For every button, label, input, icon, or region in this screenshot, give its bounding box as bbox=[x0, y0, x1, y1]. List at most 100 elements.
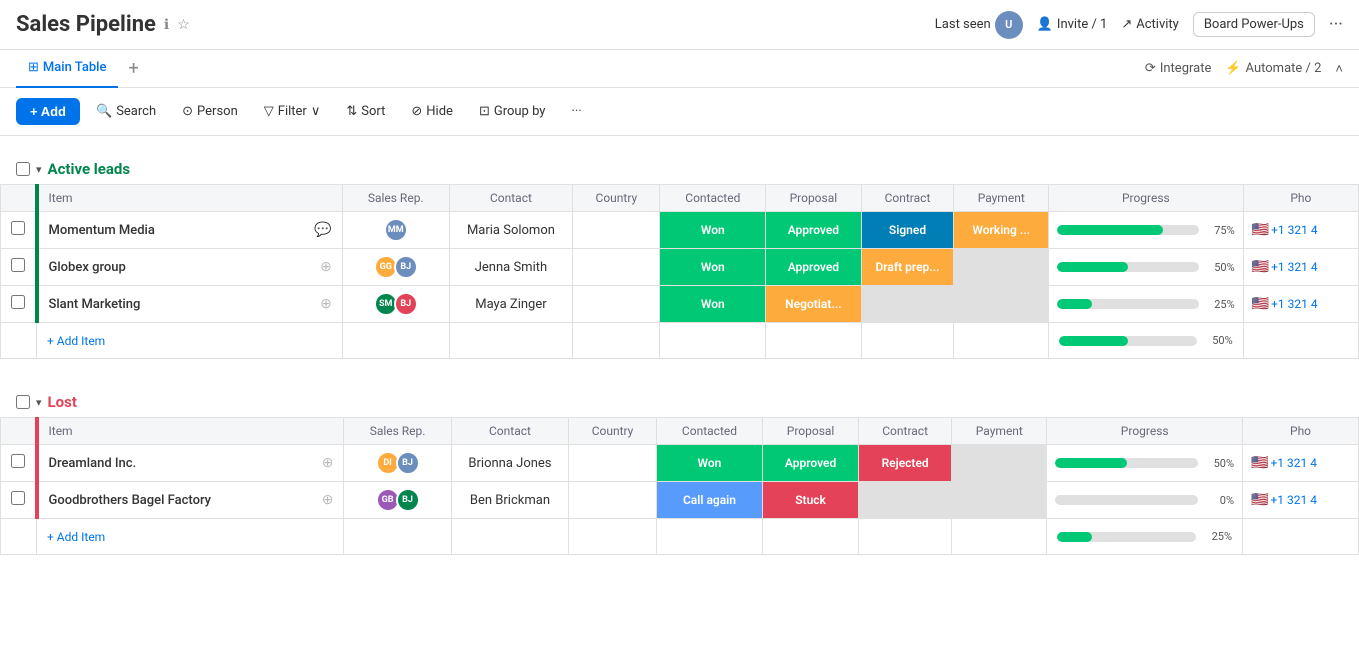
tab-right-actions: ⟳ Integrate ⚡ Automate / 2 ˄ bbox=[1145, 61, 1343, 77]
progress-bar-outer bbox=[1055, 495, 1198, 505]
active-leads-header-row: Item Sales Rep. Contact Country Contacte… bbox=[1, 185, 1359, 212]
star-icon[interactable]: ☆ bbox=[177, 17, 190, 33]
tab-main-table[interactable]: ⊞ Main Table bbox=[16, 50, 118, 88]
progress-bar-inner bbox=[1055, 458, 1126, 468]
contract-badge bbox=[859, 482, 951, 518]
more-icon: ··· bbox=[571, 104, 581, 119]
add-item-country bbox=[569, 519, 657, 555]
row-checkbox[interactable] bbox=[11, 258, 25, 272]
proposal-badge[interactable]: Approved bbox=[766, 249, 860, 285]
lost-checkbox[interactable] bbox=[16, 395, 30, 409]
sort-button[interactable]: ⇅ Sort bbox=[336, 99, 395, 124]
sales-rep-col-header: Sales Rep. bbox=[342, 185, 449, 212]
toolbar: + Add 🔍 Search ⊙ Person ▽ Filter ∨ ⇅ Sor… bbox=[0, 88, 1359, 136]
row-checkbox-cell bbox=[1, 482, 37, 519]
flag-icon: 🇺🇸 bbox=[1252, 259, 1269, 275]
contract-cell: Rejected bbox=[858, 445, 951, 482]
activity-icon: ↗ bbox=[1121, 17, 1132, 32]
contract-col-header: Contract bbox=[861, 185, 954, 212]
contacted-badge[interactable]: Won bbox=[660, 249, 765, 285]
add-item-row[interactable]: + Add Item 25% bbox=[1, 519, 1359, 555]
contacted-badge[interactable]: Call again bbox=[657, 482, 762, 518]
avatar: MM bbox=[384, 218, 408, 242]
add-item-checkbox-cell bbox=[1, 323, 37, 359]
automate-btn[interactable]: ⚡ Automate / 2 bbox=[1225, 61, 1321, 76]
proposal-cell: Approved bbox=[763, 445, 859, 482]
active-leads-chevron-icon[interactable]: ▾ bbox=[36, 163, 42, 176]
add-item-row[interactable]: + Add Item 50% bbox=[1, 323, 1359, 359]
filter-button[interactable]: ▽ Filter ∨ bbox=[254, 99, 331, 124]
contract-badge[interactable]: Signed bbox=[862, 212, 954, 248]
proposal-col-header: Proposal bbox=[766, 185, 861, 212]
add-item-contact bbox=[449, 323, 573, 359]
item-add-icon[interactable]: ⊕ bbox=[320, 259, 332, 275]
group-by-button[interactable]: ⊡ Group by bbox=[469, 99, 556, 124]
more-options-button[interactable]: ··· bbox=[561, 99, 591, 124]
progress-col-header: Progress bbox=[1049, 185, 1244, 212]
item-name: Slant Marketing bbox=[49, 297, 141, 312]
invite-btn[interactable]: 👤 Invite / 1 bbox=[1037, 17, 1108, 32]
item-name-cell: Globex group ⊕ bbox=[37, 249, 343, 286]
row-checkbox[interactable] bbox=[11, 295, 25, 309]
contract-badge[interactable]: Draft prep... bbox=[862, 249, 954, 285]
progress-cell: 50% bbox=[1047, 445, 1243, 482]
last-seen-btn[interactable]: Last seen U bbox=[935, 11, 1023, 39]
activity-btn[interactable]: ↗ Activity bbox=[1121, 17, 1178, 32]
item-add-icon[interactable]: ⊕ bbox=[322, 492, 334, 508]
proposal-badge[interactable]: Approved bbox=[763, 445, 858, 481]
item-name-cell: Momentum Media 💬 bbox=[37, 212, 343, 249]
add-item-progress-cell: 25% bbox=[1047, 519, 1243, 555]
contacted-badge[interactable]: Won bbox=[657, 445, 762, 481]
contract-cell bbox=[858, 482, 951, 519]
row-checkbox-cell bbox=[1, 445, 37, 482]
lost-chevron-icon[interactable]: ▾ bbox=[36, 396, 42, 409]
add-tab-btn[interactable]: + bbox=[122, 58, 144, 79]
search-button[interactable]: 🔍 Search bbox=[86, 99, 166, 124]
row-checkbox-cell bbox=[1, 286, 37, 323]
contacted-badge[interactable]: Won bbox=[660, 286, 765, 322]
lost-title: Lost bbox=[48, 393, 77, 411]
progress-cell: 50% bbox=[1049, 249, 1244, 286]
row-checkbox[interactable] bbox=[11, 221, 25, 235]
info-icon[interactable]: ℹ bbox=[164, 17, 169, 33]
country-cell bbox=[573, 212, 660, 249]
contact-col-header: Contact bbox=[449, 185, 573, 212]
row-checkbox[interactable] bbox=[11, 454, 25, 468]
item-chat-icon[interactable]: 💬 bbox=[314, 222, 331, 238]
hide-button[interactable]: ⊘ Hide bbox=[401, 99, 463, 124]
contract-cell: Signed bbox=[861, 212, 954, 249]
row-checkbox[interactable] bbox=[11, 491, 25, 505]
proposal-cell: Negotiat... bbox=[766, 286, 861, 323]
progress-pct: 50% bbox=[1205, 261, 1235, 274]
contact-cell: Maya Zinger bbox=[449, 286, 573, 323]
item-add-icon[interactable]: ⊕ bbox=[322, 455, 334, 471]
payment-badge[interactable]: Working ... bbox=[954, 212, 1048, 248]
person-button[interactable]: ⊙ Person bbox=[172, 99, 248, 124]
phone-cell: 🇺🇸+1 321 4 bbox=[1243, 445, 1359, 482]
lost-header[interactable]: ▾ Lost bbox=[0, 387, 1359, 417]
active-leads-group: ▾ Active leads Item Sales Rep. Contact C… bbox=[0, 154, 1359, 359]
proposal-badge[interactable]: Approved bbox=[766, 212, 860, 248]
item-add-icon[interactable]: ⊕ bbox=[320, 296, 332, 312]
add-item-payment bbox=[954, 323, 1049, 359]
contract-badge[interactable]: Rejected bbox=[859, 445, 951, 481]
proposal-badge[interactable]: Negotiat... bbox=[766, 286, 860, 322]
add-item-cell[interactable]: + Add Item bbox=[37, 323, 343, 359]
contacted-cell: Won bbox=[660, 249, 766, 286]
collapse-btn[interactable]: ˄ bbox=[1335, 61, 1343, 77]
power-ups-btn[interactable]: Board Power-Ups bbox=[1193, 12, 1315, 37]
title-area: Sales Pipeline ℹ ☆ bbox=[16, 12, 190, 37]
proposal-badge[interactable]: Stuck bbox=[763, 482, 858, 518]
header-more-btn[interactable]: ··· bbox=[1329, 14, 1343, 35]
add-item-cell[interactable]: + Add Item bbox=[37, 519, 344, 555]
contacted-badge[interactable]: Won bbox=[660, 212, 765, 248]
payment-badge bbox=[954, 286, 1048, 322]
active-leads-header[interactable]: ▾ Active leads bbox=[0, 154, 1359, 184]
contacted-cell: Won bbox=[660, 286, 766, 323]
add-button[interactable]: + Add bbox=[16, 98, 80, 125]
integrate-btn[interactable]: ⟳ Integrate bbox=[1145, 61, 1211, 76]
avatar: BJ bbox=[396, 451, 420, 475]
country-cell bbox=[569, 445, 657, 482]
avatar: BJ bbox=[396, 488, 420, 512]
active-leads-checkbox[interactable] bbox=[16, 162, 30, 176]
